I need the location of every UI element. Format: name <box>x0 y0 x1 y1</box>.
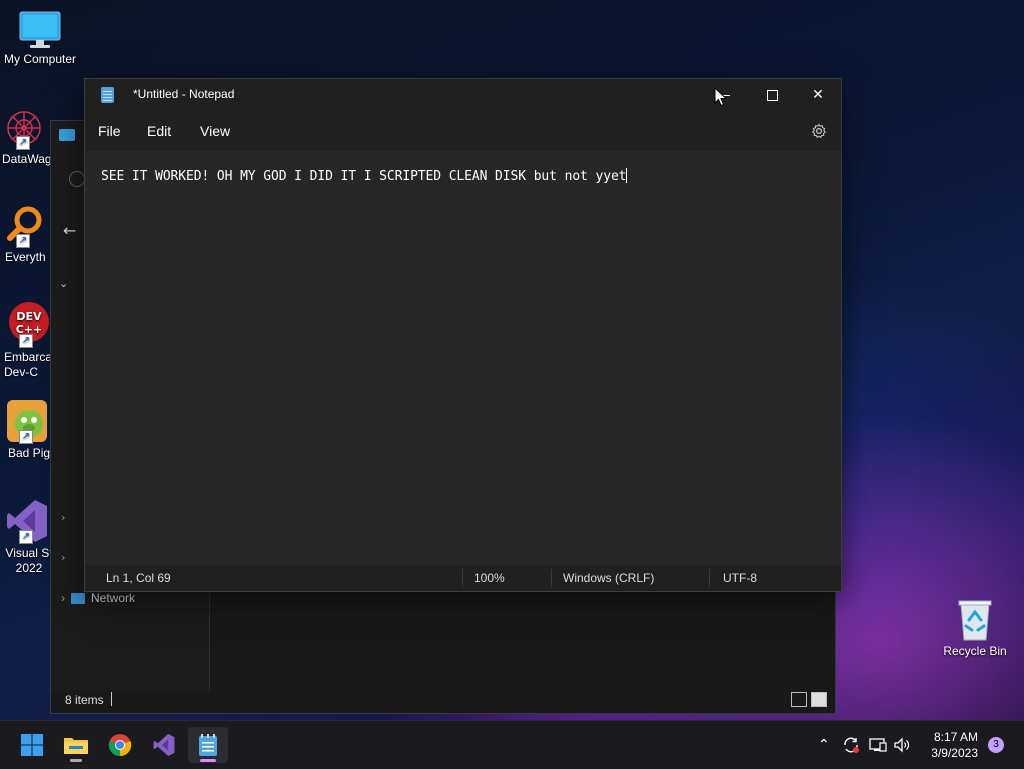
zoom-level[interactable]: 100% <box>474 571 505 585</box>
shortcut-arrow-icon: ↗ <box>19 530 33 544</box>
chevron-right-icon[interactable]: › <box>61 511 65 524</box>
desktop-icon-label: Everyth <box>5 250 46 264</box>
add-circle-icon[interactable] <box>69 171 85 187</box>
visual-studio-icon <box>153 734 175 756</box>
text-caret <box>626 168 628 183</box>
desktop-icon-bad-piggies[interactable]: ↗ Bad Pig <box>0 398 54 460</box>
item-count: 8 items <box>65 693 104 707</box>
notification-badge[interactable]: 3 <box>988 737 1004 753</box>
running-indicator <box>200 759 216 762</box>
chevron-down-icon[interactable]: ⌄ <box>59 277 68 290</box>
desktop-icon-label: Bad Pig <box>8 446 51 460</box>
tray-sync-icon[interactable] <box>842 721 860 769</box>
notepad-icon <box>101 87 114 103</box>
computer-icon <box>59 129 75 141</box>
monitor-icon <box>18 10 62 50</box>
editor-content[interactable]: SEE IT WORKED! OH MY GOD I DID IT I SCRI… <box>101 168 628 184</box>
text-editor[interactable]: SEE IT WORKED! OH MY GOD I DID IT I SCRI… <box>85 151 841 565</box>
datawag-icon: ↗ <box>2 106 46 150</box>
explorer-status-bar: 8 items <box>51 689 835 713</box>
chevron-right-icon: › <box>61 591 65 605</box>
taskbar-file-explorer[interactable] <box>56 727 96 763</box>
shortcut-arrow-icon: ↗ <box>19 334 33 348</box>
status-divider <box>462 569 463 587</box>
desktop-icon-devcpp[interactable]: DEV C++ ↗ Embarca Dev-C <box>0 300 54 380</box>
mouse-cursor-icon <box>714 86 728 111</box>
notepad-status-bar: Ln 1, Col 69 100% Windows (CRLF) UTF-8 <box>85 565 841 591</box>
maximize-icon <box>766 89 778 101</box>
encoding[interactable]: UTF-8 <box>723 571 757 585</box>
cursor-position: Ln 1, Col 69 <box>106 571 171 585</box>
taskbar: ⌃ 8:17 AM 3/9/2023 3 <box>0 720 1024 769</box>
desktop-icon-label: DataWag <box>2 152 52 166</box>
taskbar-notepad[interactable] <box>188 727 228 763</box>
shortcut-arrow-icon: ↗ <box>19 430 33 444</box>
nav-item-network[interactable]: › Network <box>61 591 135 605</box>
tiles-view-icon[interactable] <box>811 692 827 707</box>
desktop-icon-label: Embarca Dev-C <box>4 350 53 379</box>
bad-piggies-icon: ↗ <box>5 398 49 444</box>
desktop-icon-label: Visual St 2022 <box>5 546 53 575</box>
menu-bar: File Edit View <box>85 111 841 151</box>
magnifier-icon: ↗ <box>2 204 46 248</box>
chevron-up-icon: ⌃ <box>818 737 830 753</box>
maximize-button[interactable] <box>749 79 795 111</box>
tray-network-icon[interactable] <box>869 721 887 769</box>
start-button[interactable] <box>12 727 52 763</box>
tray-overflow-button[interactable]: ⌃ <box>818 721 830 769</box>
menu-file[interactable]: File <box>98 123 121 139</box>
network-icon <box>869 738 887 752</box>
close-button[interactable]: ✕ <box>795 79 841 111</box>
desktop-icon-label: Recycle Bin <box>943 644 1007 658</box>
status-divider <box>709 569 710 587</box>
desktop-icon-label: My Computer <box>3 52 77 66</box>
window-title: *Untitled - Notepad <box>133 87 235 101</box>
devcpp-icon: DEV C++ ↗ <box>5 300 49 348</box>
running-indicator <box>70 759 82 762</box>
visual-studio-icon: ↗ <box>5 498 49 544</box>
chrome-icon <box>108 734 132 757</box>
svg-text:DEV: DEV <box>16 310 42 323</box>
folder-icon <box>64 738 88 754</box>
tray-volume-icon[interactable] <box>893 721 911 769</box>
windows-logo-icon <box>21 734 43 756</box>
notepad-window[interactable]: *Untitled - Notepad ✕ File Edit View SEE… <box>84 78 842 592</box>
close-icon: ✕ <box>812 87 824 103</box>
speaker-icon <box>894 737 910 753</box>
back-arrow-icon[interactable]: ← <box>63 221 76 240</box>
taskbar-clock[interactable]: 8:17 AM 3/9/2023 <box>931 729 978 761</box>
status-divider <box>111 692 112 706</box>
clock-date: 3/9/2023 <box>931 746 978 760</box>
status-divider <box>551 569 552 587</box>
chevron-right-icon[interactable]: › <box>61 551 65 564</box>
network-icon <box>71 592 85 604</box>
notepad-icon <box>199 734 217 756</box>
details-view-icon[interactable] <box>791 692 807 707</box>
shortcut-arrow-icon: ↗ <box>16 136 30 150</box>
recycle-bin-icon <box>955 596 995 642</box>
desktop-icon-visual-studio[interactable]: ↗ Visual St 2022 <box>0 498 54 576</box>
nav-item-label: Network <box>91 591 136 605</box>
view-toggle[interactable] <box>791 692 827 707</box>
taskbar-chrome[interactable] <box>100 727 140 763</box>
menu-edit[interactable]: Edit <box>147 123 171 139</box>
desktop-icon-my-computer[interactable]: My Computer <box>0 10 80 66</box>
editor-text: SEE IT WORKED! OH MY GOD I DID IT I SCRI… <box>101 169 627 184</box>
desktop-icon-everything[interactable]: ↗ Everyth <box>0 204 54 264</box>
desktop-icon-datawag[interactable]: ↗ DataWag <box>0 106 54 166</box>
gear-icon[interactable] <box>811 123 827 139</box>
clock-time: 8:17 AM <box>933 730 978 744</box>
sync-icon <box>844 737 859 753</box>
desktop-icon-recycle-bin[interactable]: Recycle Bin <box>935 596 1015 658</box>
shortcut-arrow-icon: ↗ <box>16 234 30 248</box>
taskbar-visual-studio[interactable] <box>144 727 184 763</box>
menu-view[interactable]: View <box>200 123 230 139</box>
line-ending[interactable]: Windows (CRLF) <box>563 571 654 585</box>
